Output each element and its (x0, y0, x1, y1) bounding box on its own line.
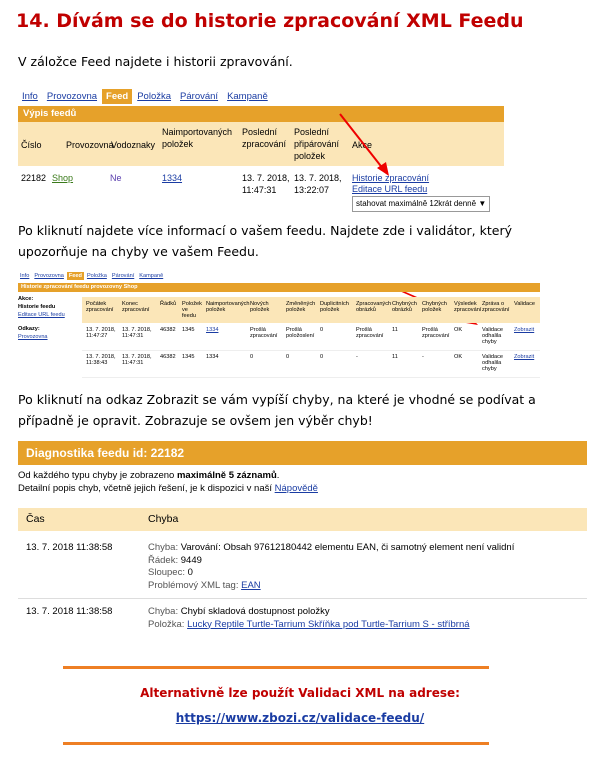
note-bold: maximálně 5 záznamů (176, 470, 277, 481)
error-time: 13. 7. 2018 11:38:58 (26, 542, 113, 553)
show-validation-link[interactable]: Zobrazit (514, 327, 534, 333)
label-sloupec: Sloupec: (148, 567, 185, 578)
col-naimportovanych: Naimportovaných položek (206, 301, 250, 313)
label-xml-tag: Problémový XML tag: (148, 579, 239, 591)
history-sidebar: Akce: Historie feedu Editace URL feedu O… (18, 295, 78, 377)
tab-polozka[interactable]: Položka (85, 272, 109, 280)
cell-bad-images: 11 (392, 354, 398, 360)
show-validation-link[interactable]: Zobrazit (514, 354, 534, 360)
col-zmenenych: Změněných položek (286, 301, 316, 313)
cell-rows: 46382 (160, 354, 176, 360)
cell-report: Validace odhalila chyby (482, 354, 504, 372)
col-chyba: Chyba (148, 513, 179, 525)
col-novych: Nových položek (250, 301, 270, 313)
cell-bad-images: 11 (392, 327, 398, 333)
col-cas: Čas (26, 513, 45, 525)
diagnostics-table-header: Čas Chyba (18, 508, 587, 531)
cell-items: 1345 (182, 354, 195, 360)
intro-paragraph-2: Po kliknutí najdete více informací o vaš… (18, 223, 512, 259)
col-duplicitnich: Duplicitních položek (320, 301, 349, 313)
col-polozek-ve-feedu: Položek ve feedu (182, 301, 202, 319)
value-sloupec: 0 (187, 567, 193, 578)
cell-imported-link[interactable]: 1334 (206, 327, 218, 333)
arrows-overlay (339, 113, 478, 325)
cell-imported: 1334 (206, 354, 219, 360)
cell-bad-items: Prošlá zpracování (422, 327, 450, 339)
cell-images: - (356, 354, 358, 360)
tab-parovani[interactable]: Párování (110, 272, 136, 280)
note2-text: Detailní popis chyb, včetně jejich řešen… (18, 483, 275, 494)
value-radek: 9449 (180, 554, 202, 566)
history-row: 13. 7. 2018, 11:38:43 13. 7. 2018, 11:47… (82, 351, 540, 378)
col-zprava: Zpráva o zpracování (482, 301, 510, 313)
intro-paragraph-3: Po kliknutí na odkaz Zobrazit se vám vyp… (18, 392, 536, 428)
col-vysledek: Výsledek zpracování (454, 301, 482, 313)
side-akce: Akce: (18, 296, 34, 302)
cell-bad-items: - (422, 354, 424, 360)
tab-info[interactable]: Info (18, 272, 31, 280)
cell-end: 13. 7. 2018, 11:47:31 (122, 327, 152, 339)
row-divider (18, 598, 587, 599)
tab-feed[interactable]: Feed (66, 272, 84, 280)
col-validace: Validace (514, 301, 536, 307)
side-odkazy: Odkazy: (18, 326, 40, 332)
orange-divider-bottom (63, 742, 489, 745)
cell-items: 1345 (182, 327, 195, 333)
cell-new: 0 (250, 354, 254, 360)
history-row: 13. 7. 2018, 11:47:27 13. 7. 2018, 11:47… (82, 324, 540, 351)
diagnostics-note-2: Detailní popis chyb, včetně jejich řešen… (18, 483, 318, 495)
error-detail: Chyba: Varování: Obsah 97612180442 eleme… (148, 542, 588, 592)
item-link[interactable]: Lucky Reptile Turtle-Tarrium Skříňka pod… (187, 619, 469, 630)
value-chyba: Varování: Obsah 97612180442 elementu EAN… (180, 542, 515, 553)
orange-divider-top (63, 666, 489, 669)
cell-report: Validace odhalila chyby (482, 327, 504, 345)
col-chybnych-polozek: Chybných položek (422, 301, 447, 313)
cell-changed: Prošlá položoslení (286, 327, 315, 339)
col-chybnych-obrazku: Chybných obrázků (392, 301, 417, 313)
note-end: . (276, 470, 280, 481)
error-detail: Chyba: Chybí skladová dostupnost položky… (148, 606, 588, 631)
history-bar: Historie zpracování feedu provozovny Sho… (18, 283, 540, 292)
cell-rows: 46382 (160, 327, 176, 333)
col-pocatek: Počátek zpracování (86, 301, 114, 313)
cell-end: 13. 7. 2018, 11:47:31 (122, 354, 152, 366)
diagnostics-title: Diagnostika feedu id: 22182 (18, 441, 587, 465)
note-text: Od každého typu chyby je zobrazeno (18, 470, 177, 481)
history-table-header: Počátek zpracování Konec zpracování Řádk… (82, 297, 540, 323)
label-radek: Řádek: (148, 554, 179, 566)
red-arrow-icon (339, 113, 385, 171)
tab-provozovna[interactable]: Provozovna (32, 272, 66, 280)
cell-changed: 0 (286, 354, 290, 360)
tab-kampane[interactable]: Kampaně (137, 272, 165, 280)
cell-result: OK (454, 327, 463, 333)
cell-result: OK (454, 354, 463, 360)
history-tabs: Info Provozovna Feed Položka Párování Kampaně (18, 272, 166, 282)
value-chyba: Chybí skladová dostupnost položky (180, 606, 330, 617)
error-time: 13. 7. 2018 11:38:58 (26, 606, 113, 617)
col-zpracovanych-obrazku: Zpracovaných obrázků (356, 301, 392, 313)
cell-start: 13. 7. 2018, 11:47:27 (86, 327, 116, 339)
xml-tag-link[interactable]: EAN (241, 580, 261, 591)
alternative-text: Alternativně lze použít Validaci XML na … (140, 686, 460, 700)
cell-start: 13. 7. 2018, 11:38:43 (86, 354, 116, 366)
col-radku: Řádků (160, 301, 177, 307)
cell-new: Prošlá zpracování (250, 327, 278, 339)
side-history: Historie feedu (18, 304, 56, 310)
side-edit-link[interactable]: Editace URL feedu (18, 311, 78, 319)
validation-url-link[interactable]: https://www.zbozi.cz/validace-feedu/ (0, 711, 600, 725)
cell-images: Prošlá zpracování (356, 327, 384, 339)
label-chyba: Chyba: (148, 542, 179, 553)
cell-duplicate: 0 (320, 354, 324, 360)
side-provozovna-link[interactable]: Provozovna (18, 333, 78, 341)
label-polozka: Položka: (148, 618, 185, 630)
col-konec: Konec zpracování (122, 301, 150, 313)
label-chyba: Chyba: (148, 606, 179, 617)
diagnostics-note: Od každého typu chyby je zobrazeno maxim… (18, 470, 279, 482)
cell-duplicate: 0 (320, 327, 324, 333)
help-link[interactable]: Nápovědě (275, 483, 318, 494)
